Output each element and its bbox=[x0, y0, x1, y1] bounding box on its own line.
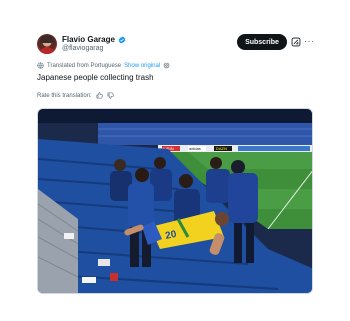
settings-icon[interactable] bbox=[163, 62, 170, 69]
translate-icon bbox=[37, 62, 44, 69]
author-name-row: Flavio Garage bbox=[62, 35, 126, 44]
avatar-shirt bbox=[39, 47, 55, 54]
ad-board-adidas: adidas bbox=[189, 146, 201, 151]
ad-board-dazn: DAZN bbox=[216, 146, 227, 151]
show-original-link[interactable]: Show original bbox=[124, 63, 160, 69]
tweet-text: Japanese people collecting trash bbox=[37, 73, 154, 82]
tweet-photo[interactable]: KIRIN adidas DAZN 20 bbox=[37, 108, 313, 294]
rate-translation-row: Rate this translation: bbox=[37, 92, 114, 99]
author-display-name[interactable]: Flavio Garage bbox=[62, 35, 115, 44]
verified-badge-icon bbox=[118, 35, 126, 44]
stadium-photo: KIRIN adidas DAZN 20 bbox=[38, 109, 312, 293]
grok-icon[interactable] bbox=[291, 37, 301, 47]
translation-notice: Translated from Portuguese bbox=[47, 62, 122, 69]
thumbs-down-icon[interactable] bbox=[107, 92, 114, 99]
more-icon[interactable]: ··· bbox=[304, 36, 315, 46]
subscribe-button[interactable]: Subscribe bbox=[237, 34, 287, 50]
avatar-cap bbox=[40, 36, 54, 43]
translation-notice-row: Translated from Portuguese Show original bbox=[37, 62, 170, 69]
tweet-card: Flavio Garage @flaviogarag Subscribe ···… bbox=[0, 0, 350, 321]
rate-translation-prompt: Rate this translation: bbox=[37, 92, 92, 99]
thumbs-up-icon[interactable] bbox=[96, 92, 103, 99]
author-handle[interactable]: @flaviogarag bbox=[62, 45, 103, 52]
avatar[interactable] bbox=[37, 34, 57, 54]
